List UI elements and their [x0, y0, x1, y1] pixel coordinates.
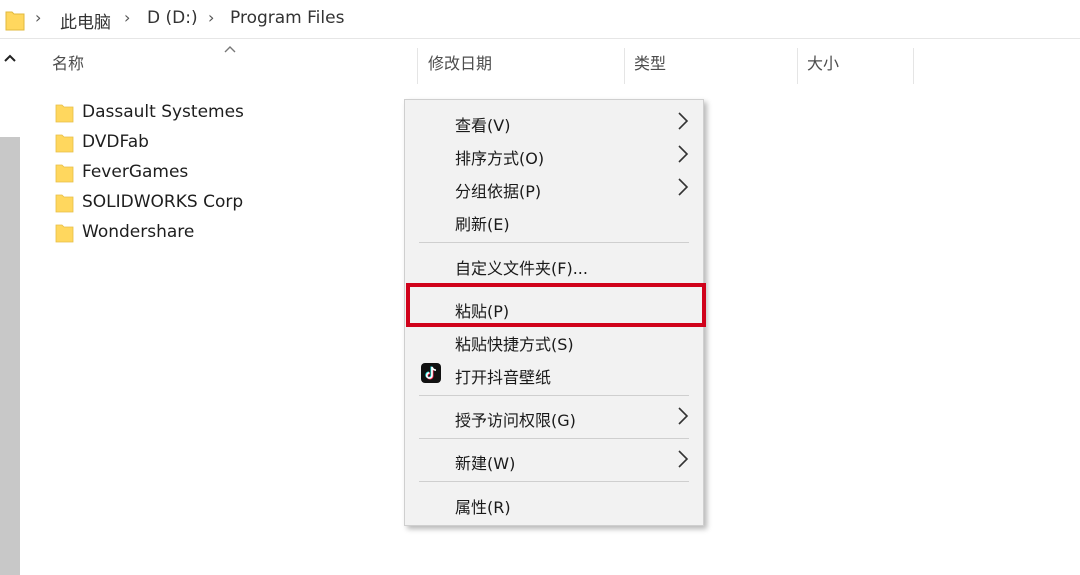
navigation-pane[interactable]: [0, 39, 20, 575]
folder-icon: [55, 224, 74, 242]
menu-item-view[interactable]: 查看(V): [405, 106, 703, 138]
menu-item-paste-shortcut[interactable]: 粘贴快捷方式(S): [405, 325, 703, 357]
sort-ascending-icon: [224, 42, 236, 56]
highlight-box: [406, 283, 706, 327]
menu-item-refresh[interactable]: 刷新(E): [405, 205, 703, 237]
menu-item-label: 刷新(E): [455, 215, 510, 234]
column-header-date-modified[interactable]: 修改日期: [428, 50, 492, 74]
menu-separator: [419, 481, 689, 482]
list-item[interactable]: SOLIDWORKS Corp: [55, 187, 395, 217]
menu-item-properties[interactable]: 属性(R): [405, 488, 703, 520]
column-header-name[interactable]: 名称: [52, 50, 84, 74]
chevron-right-icon: [678, 407, 689, 425]
column-divider[interactable]: [913, 48, 914, 84]
list-item[interactable]: Dassault Systemes: [55, 97, 395, 127]
menu-separator: [419, 438, 689, 439]
chevron-right-icon[interactable]: ›: [208, 8, 214, 27]
menu-separator: [419, 395, 689, 396]
column-divider[interactable]: [797, 48, 798, 84]
chevron-right-icon: [678, 450, 689, 468]
chevron-right-icon[interactable]: ›: [124, 8, 130, 27]
chevron-right-icon[interactable]: ›: [35, 8, 41, 27]
menu-item-label: 授予访问权限(G): [455, 411, 576, 430]
column-divider[interactable]: [624, 48, 625, 84]
breadcrumb-drive-d[interactable]: D (D:): [147, 8, 198, 28]
menu-item-douyin-wallpaper[interactable]: 打开抖音壁纸: [405, 358, 703, 390]
scrollbar-track[interactable]: [0, 137, 20, 575]
tiktok-icon: [421, 363, 441, 383]
menu-item-label: 打开抖音壁纸: [455, 368, 552, 387]
folder-icon: [55, 194, 74, 212]
menu-item-group-by[interactable]: 分组依据(P): [405, 172, 703, 204]
menu-item-sort-by[interactable]: 排序方式(O): [405, 139, 703, 171]
menu-item-label: 查看(V): [455, 116, 511, 135]
list-item[interactable]: DVDFab: [55, 127, 395, 157]
menu-item-label: 新建(W): [455, 454, 516, 473]
menu-item-give-access[interactable]: 授予访问权限(G): [405, 401, 703, 433]
breadcrumb-this-pc[interactable]: 此电脑: [60, 8, 111, 33]
address-bar[interactable]: › 此电脑 › D (D:) › Program Files: [0, 0, 1080, 39]
menu-item-label: 属性(R): [455, 498, 511, 517]
breadcrumb-program-files[interactable]: Program Files: [230, 8, 344, 28]
menu-item-label: 分组依据(P): [455, 182, 542, 201]
file-list: Dassault Systemes DVDFab FeverGames SOLI…: [55, 97, 395, 247]
menu-separator: [419, 242, 689, 243]
scroll-up-icon[interactable]: [0, 49, 20, 69]
list-item[interactable]: FeverGames: [55, 157, 395, 187]
chevron-right-icon: [678, 112, 689, 130]
file-name: Dassault Systemes: [82, 102, 244, 122]
folder-icon: [5, 11, 25, 31]
file-name: FeverGames: [82, 162, 189, 182]
chevron-right-icon: [678, 178, 689, 196]
file-name: Wondershare: [82, 222, 195, 242]
list-item[interactable]: Wondershare: [55, 217, 395, 247]
chevron-right-icon: [678, 145, 689, 163]
file-name: SOLIDWORKS Corp: [82, 192, 244, 212]
menu-item-label: 排序方式(O): [455, 149, 545, 168]
file-name: DVDFab: [82, 132, 149, 152]
menu-item-new[interactable]: 新建(W): [405, 444, 703, 476]
folder-icon: [55, 164, 74, 182]
folder-icon: [55, 134, 74, 152]
column-header-size[interactable]: 大小: [807, 50, 839, 74]
menu-item-customize-folder[interactable]: 自定义文件夹(F)...: [405, 249, 703, 281]
folder-icon: [55, 104, 74, 122]
menu-item-label: 自定义文件夹(F)...: [455, 259, 588, 278]
column-header-type[interactable]: 类型: [634, 50, 666, 74]
menu-item-label: 粘贴快捷方式(S): [455, 335, 574, 354]
column-divider[interactable]: [417, 48, 418, 84]
